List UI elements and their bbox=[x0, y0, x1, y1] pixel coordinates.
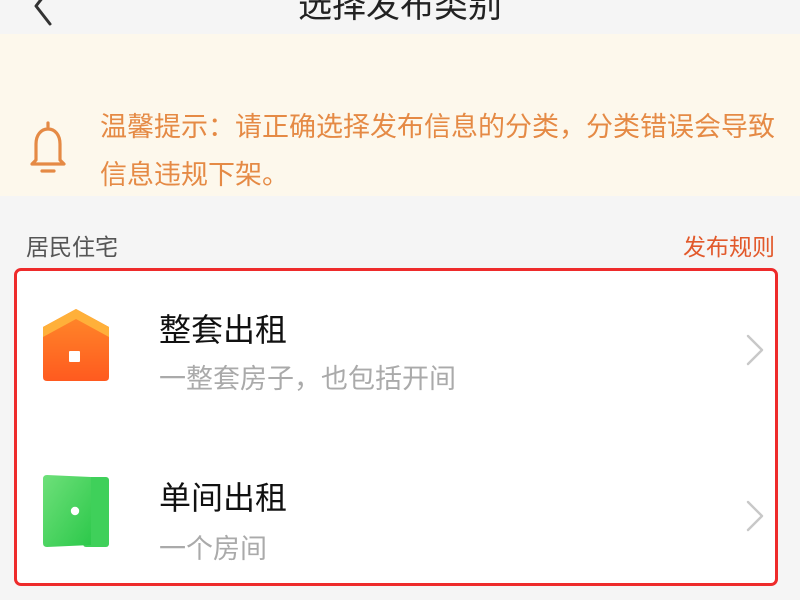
chevron-right-icon bbox=[746, 500, 764, 532]
category-item-whole-rent[interactable]: 整套出租 一整套房子，也包括开间 bbox=[17, 271, 775, 425]
notice-text: 温馨提示：请正确选择发布信息的分类，分类错误会导致信息违规下架。 bbox=[100, 112, 775, 191]
category-list: 整套出租 一整套房子，也包括开间 单间出租 一个房间 bbox=[14, 268, 778, 586]
door-icon bbox=[43, 475, 109, 547]
chevron-right-icon bbox=[746, 334, 764, 366]
section-label: 居民住宅 bbox=[26, 235, 118, 261]
publish-rules-link[interactable]: 发布规则 bbox=[683, 228, 775, 262]
notice-banner: 温馨提示：请正确选择发布信息的分类，分类错误会导致信息违规下架。 bbox=[0, 34, 800, 196]
page-title: 选择发布类别 bbox=[298, 0, 502, 26]
category-title: 单间出租 bbox=[159, 479, 288, 517]
category-subtitle: 一整套房子，也包括开间 bbox=[159, 364, 456, 395]
bell-icon bbox=[30, 121, 66, 173]
house-icon bbox=[43, 309, 109, 381]
category-subtitle: 一个房间 bbox=[159, 534, 267, 565]
category-item-single-room[interactable]: 单间出租 一个房间 bbox=[17, 433, 775, 587]
top-bar: 选择发布类别 bbox=[0, 0, 800, 34]
category-title: 整套出租 bbox=[159, 311, 288, 349]
